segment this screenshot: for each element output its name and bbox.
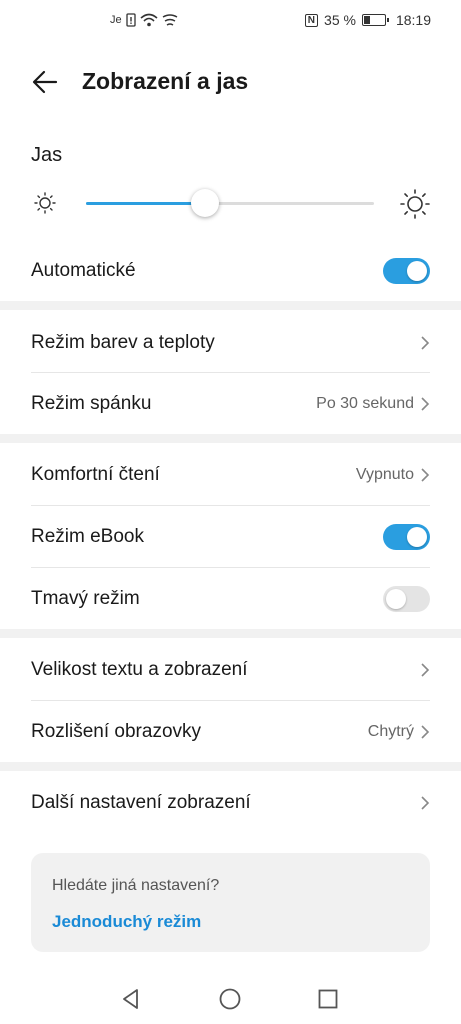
suggestion-question: Hledáte jiná nastavení? — [52, 877, 220, 894]
row-value: Po 30 sekund — [316, 394, 414, 412]
battery-icon — [361, 14, 389, 26]
dark-mode-row[interactable]: Tmavý režim — [31, 568, 430, 629]
brightness-label: Jas — [31, 144, 63, 166]
row-label: Další nastavení zobrazení — [31, 791, 251, 813]
row-label: Velikost textu a zobrazení — [31, 658, 248, 680]
ebook-mode-toggle[interactable] — [383, 523, 430, 550]
auto-brightness-label: Automatické — [31, 259, 136, 281]
toggle-knob — [386, 588, 406, 609]
section-separator — [0, 762, 461, 771]
dark-mode-toggle[interactable] — [383, 585, 430, 612]
brightness-slider[interactable] — [86, 189, 374, 219]
header: Zobrazení a jas — [0, 56, 461, 108]
battery-fill — [363, 16, 370, 24]
chevron-right-icon — [421, 335, 430, 350]
section-separator — [0, 629, 461, 638]
more-display-settings-row[interactable]: Další nastavení zobrazení — [31, 772, 430, 833]
nfc-icon: N — [304, 13, 319, 27]
brightness-high-icon — [400, 189, 430, 219]
chevron-right-icon — [421, 662, 430, 677]
comfort-reading-row[interactable]: Komfortní čtení Vypnuto — [31, 444, 430, 505]
chevron-right-icon — [421, 396, 430, 411]
chevron-right-icon — [421, 795, 430, 810]
row-value: Vypnuto — [355, 465, 414, 483]
ebook-mode-row[interactable]: Režim eBook — [31, 506, 430, 567]
chevron-right-icon — [421, 724, 430, 739]
home-circle-icon[interactable] — [218, 987, 242, 1011]
page-title: Zobrazení a jas — [82, 68, 249, 94]
section-separator — [0, 301, 461, 310]
status-right: N 35 % 18:19 — [304, 12, 431, 28]
slider-thumb[interactable] — [191, 189, 219, 217]
toggle-knob — [407, 526, 427, 547]
row-label: Tmavý režim — [31, 587, 140, 609]
wifi-icon — [140, 13, 158, 27]
row-label: Komfortní čtení — [31, 463, 160, 485]
section-separator — [0, 434, 461, 443]
auto-brightness-row[interactable]: Automatické — [31, 240, 430, 301]
brightness-low-icon — [34, 192, 56, 214]
color-temperature-row[interactable]: Režim barev a teploty — [31, 312, 430, 373]
sim-alert-icon — [125, 13, 136, 27]
suggestion-card: Hledáte jiná nastavení? Jednoduchý režim — [31, 853, 430, 952]
battery-percent: 35 % — [324, 12, 356, 28]
navigation-bar — [0, 975, 461, 1024]
row-label: Režim eBook — [31, 525, 144, 547]
slider-fill — [86, 202, 195, 205]
row-label: Režim barev a teploty — [31, 331, 215, 353]
text-display-size-row[interactable]: Velikost textu a zobrazení — [31, 639, 430, 700]
row-label: Režim spánku — [31, 392, 152, 414]
status-bar: Je N 35 % 18:19 — [0, 0, 461, 44]
sleep-mode-row[interactable]: Režim spánku Po 30 sekund — [31, 373, 430, 434]
status-left: Je — [110, 13, 178, 27]
screen-resolution-row[interactable]: Rozlišení obrazovky Chytrý — [31, 701, 430, 762]
row-value: Chytrý — [367, 722, 414, 740]
chevron-right-icon — [421, 467, 430, 482]
toggle-knob — [407, 260, 427, 281]
arrow-left-icon — [32, 70, 58, 94]
clock: 18:19 — [395, 12, 431, 28]
back-triangle-icon[interactable] — [119, 987, 143, 1011]
carrier-indicator: Je — [110, 14, 122, 26]
simple-mode-link[interactable]: Jednoduchý režim — [52, 912, 201, 932]
row-label: Rozlišení obrazovky — [31, 720, 202, 742]
back-button[interactable] — [30, 68, 60, 96]
recents-square-icon[interactable] — [316, 987, 340, 1011]
auto-brightness-toggle[interactable] — [383, 257, 430, 284]
signal-wave-icon — [162, 14, 177, 26]
